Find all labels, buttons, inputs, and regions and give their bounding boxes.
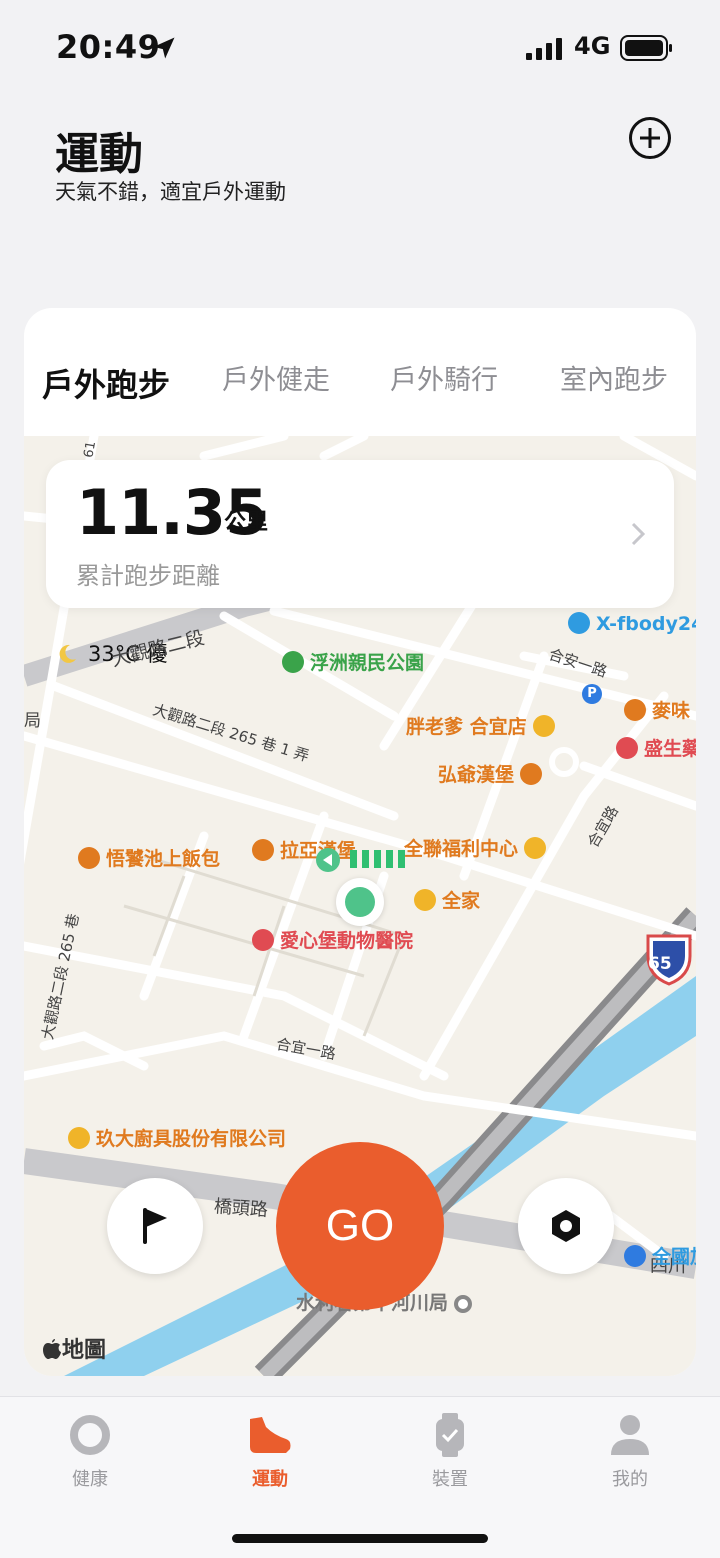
page-title: 運動	[55, 129, 143, 180]
shoe-icon	[250, 1417, 291, 1453]
parking-icon: P	[582, 684, 602, 704]
status-bar: 20:49 4G	[0, 0, 720, 96]
map-poi[interactable]: 浮洲親民公園	[282, 648, 424, 675]
sport-tabs: 戶外跑步 戶外健走 戶外騎行 室內跑步	[24, 308, 696, 436]
highway-shield-number: 65	[648, 954, 672, 974]
tab-outdoor-cycle[interactable]: 戶外騎行	[390, 358, 498, 397]
user-location-marker	[336, 878, 384, 926]
store-icon	[414, 889, 436, 911]
map-poi[interactable]: 全國加	[624, 1242, 696, 1269]
map-poi[interactable]: 弘爺漢堡	[438, 760, 548, 787]
restaurant-icon	[78, 847, 100, 869]
status-time: 20:49	[56, 28, 161, 66]
go-button[interactable]: GO	[276, 1142, 444, 1310]
tabbar-workout[interactable]: 運動	[210, 1413, 330, 1491]
flag-button[interactable]	[107, 1178, 203, 1274]
map-poi[interactable]: 全聯福利中心	[404, 834, 552, 861]
street-label: 61	[81, 440, 100, 459]
map-poi[interactable]: 盛生藥	[616, 734, 696, 761]
map-view[interactable]: 65 11.35 公里 累計跑步距離 33°C 優 大觀路二段 大觀路二段 26…	[24, 436, 696, 1376]
battery-icon	[620, 35, 672, 61]
tabbar-label: 運動	[252, 1469, 288, 1490]
map-poi[interactable]: 愛心堡動物醫院	[252, 926, 413, 953]
gps-signal-icon	[316, 848, 405, 872]
tabbar-device[interactable]: 裝置	[390, 1413, 510, 1491]
plus-circle-icon[interactable]	[628, 116, 672, 160]
restaurant-icon	[624, 699, 646, 721]
ring-icon	[70, 1415, 110, 1455]
chevron-right-icon	[631, 522, 646, 546]
distance-unit: 公里	[224, 510, 269, 535]
location-arrow-icon	[153, 37, 175, 59]
map-poi[interactable]: 悟饕池上飯包	[78, 844, 220, 871]
person-icon	[611, 1415, 649, 1455]
paw-icon	[252, 929, 274, 951]
tabbar-label: 我的	[612, 1469, 648, 1490]
restaurant-icon	[532, 715, 555, 737]
distance-label: 累計跑步距離	[76, 562, 220, 590]
gym-icon	[568, 612, 590, 634]
home-indicator[interactable]	[232, 1534, 488, 1543]
map-poi[interactable]: X-fbody24	[568, 612, 696, 635]
tab-outdoor-run[interactable]: 戶外跑步	[42, 360, 170, 406]
tabbar-label: 健康	[72, 1469, 108, 1490]
street-label: 局	[24, 711, 41, 731]
restaurant-icon	[520, 763, 543, 785]
distance-stats-card[interactable]: 11.35 公里 累計跑步距離	[46, 460, 674, 608]
tab-indoor-run[interactable]: 室內跑步	[560, 358, 668, 397]
page-subtitle: 天氣不錯，適宜戶外運動	[55, 180, 286, 204]
moon-icon	[59, 644, 76, 663]
maps-attribution[interactable]: 地圖	[42, 1332, 106, 1364]
network-type: 4G	[574, 32, 611, 60]
tabbar-health[interactable]: 健康	[30, 1413, 150, 1491]
apple-logo-icon	[43, 1339, 61, 1359]
watch-icon	[436, 1413, 464, 1457]
map-poi[interactable]: 全家	[414, 886, 480, 913]
gas-station-icon	[624, 1245, 646, 1267]
tabbar-profile[interactable]: 我的	[570, 1413, 690, 1491]
briefcase-icon	[68, 1127, 90, 1149]
tab-outdoor-walk[interactable]: 戶外健走	[222, 358, 330, 397]
cellular-signal-icon	[526, 38, 562, 60]
map-poi[interactable]: 玖大廚具股份有限公司	[68, 1124, 286, 1151]
park-icon	[282, 651, 304, 673]
workout-card: 戶外跑步 戶外健走 戶外騎行 室內跑步 65 11.35 公里 累計跑步距離 3…	[24, 308, 696, 1376]
restaurant-icon	[252, 839, 274, 861]
landmark-icon	[454, 1295, 473, 1313]
flag-icon	[143, 1208, 167, 1244]
map-poi[interactable]: 麥味	[624, 696, 690, 723]
settings-button[interactable]	[518, 1178, 614, 1274]
street-label: 橋頭路	[213, 1196, 269, 1221]
hexagon-settings-icon	[552, 1210, 580, 1242]
user-location-dot	[345, 887, 375, 917]
shopping-cart-icon	[524, 837, 547, 859]
pharmacy-icon	[616, 737, 638, 759]
tabbar-label: 裝置	[432, 1469, 468, 1490]
map-poi[interactable]: 胖老爹 合宜店	[406, 712, 561, 739]
